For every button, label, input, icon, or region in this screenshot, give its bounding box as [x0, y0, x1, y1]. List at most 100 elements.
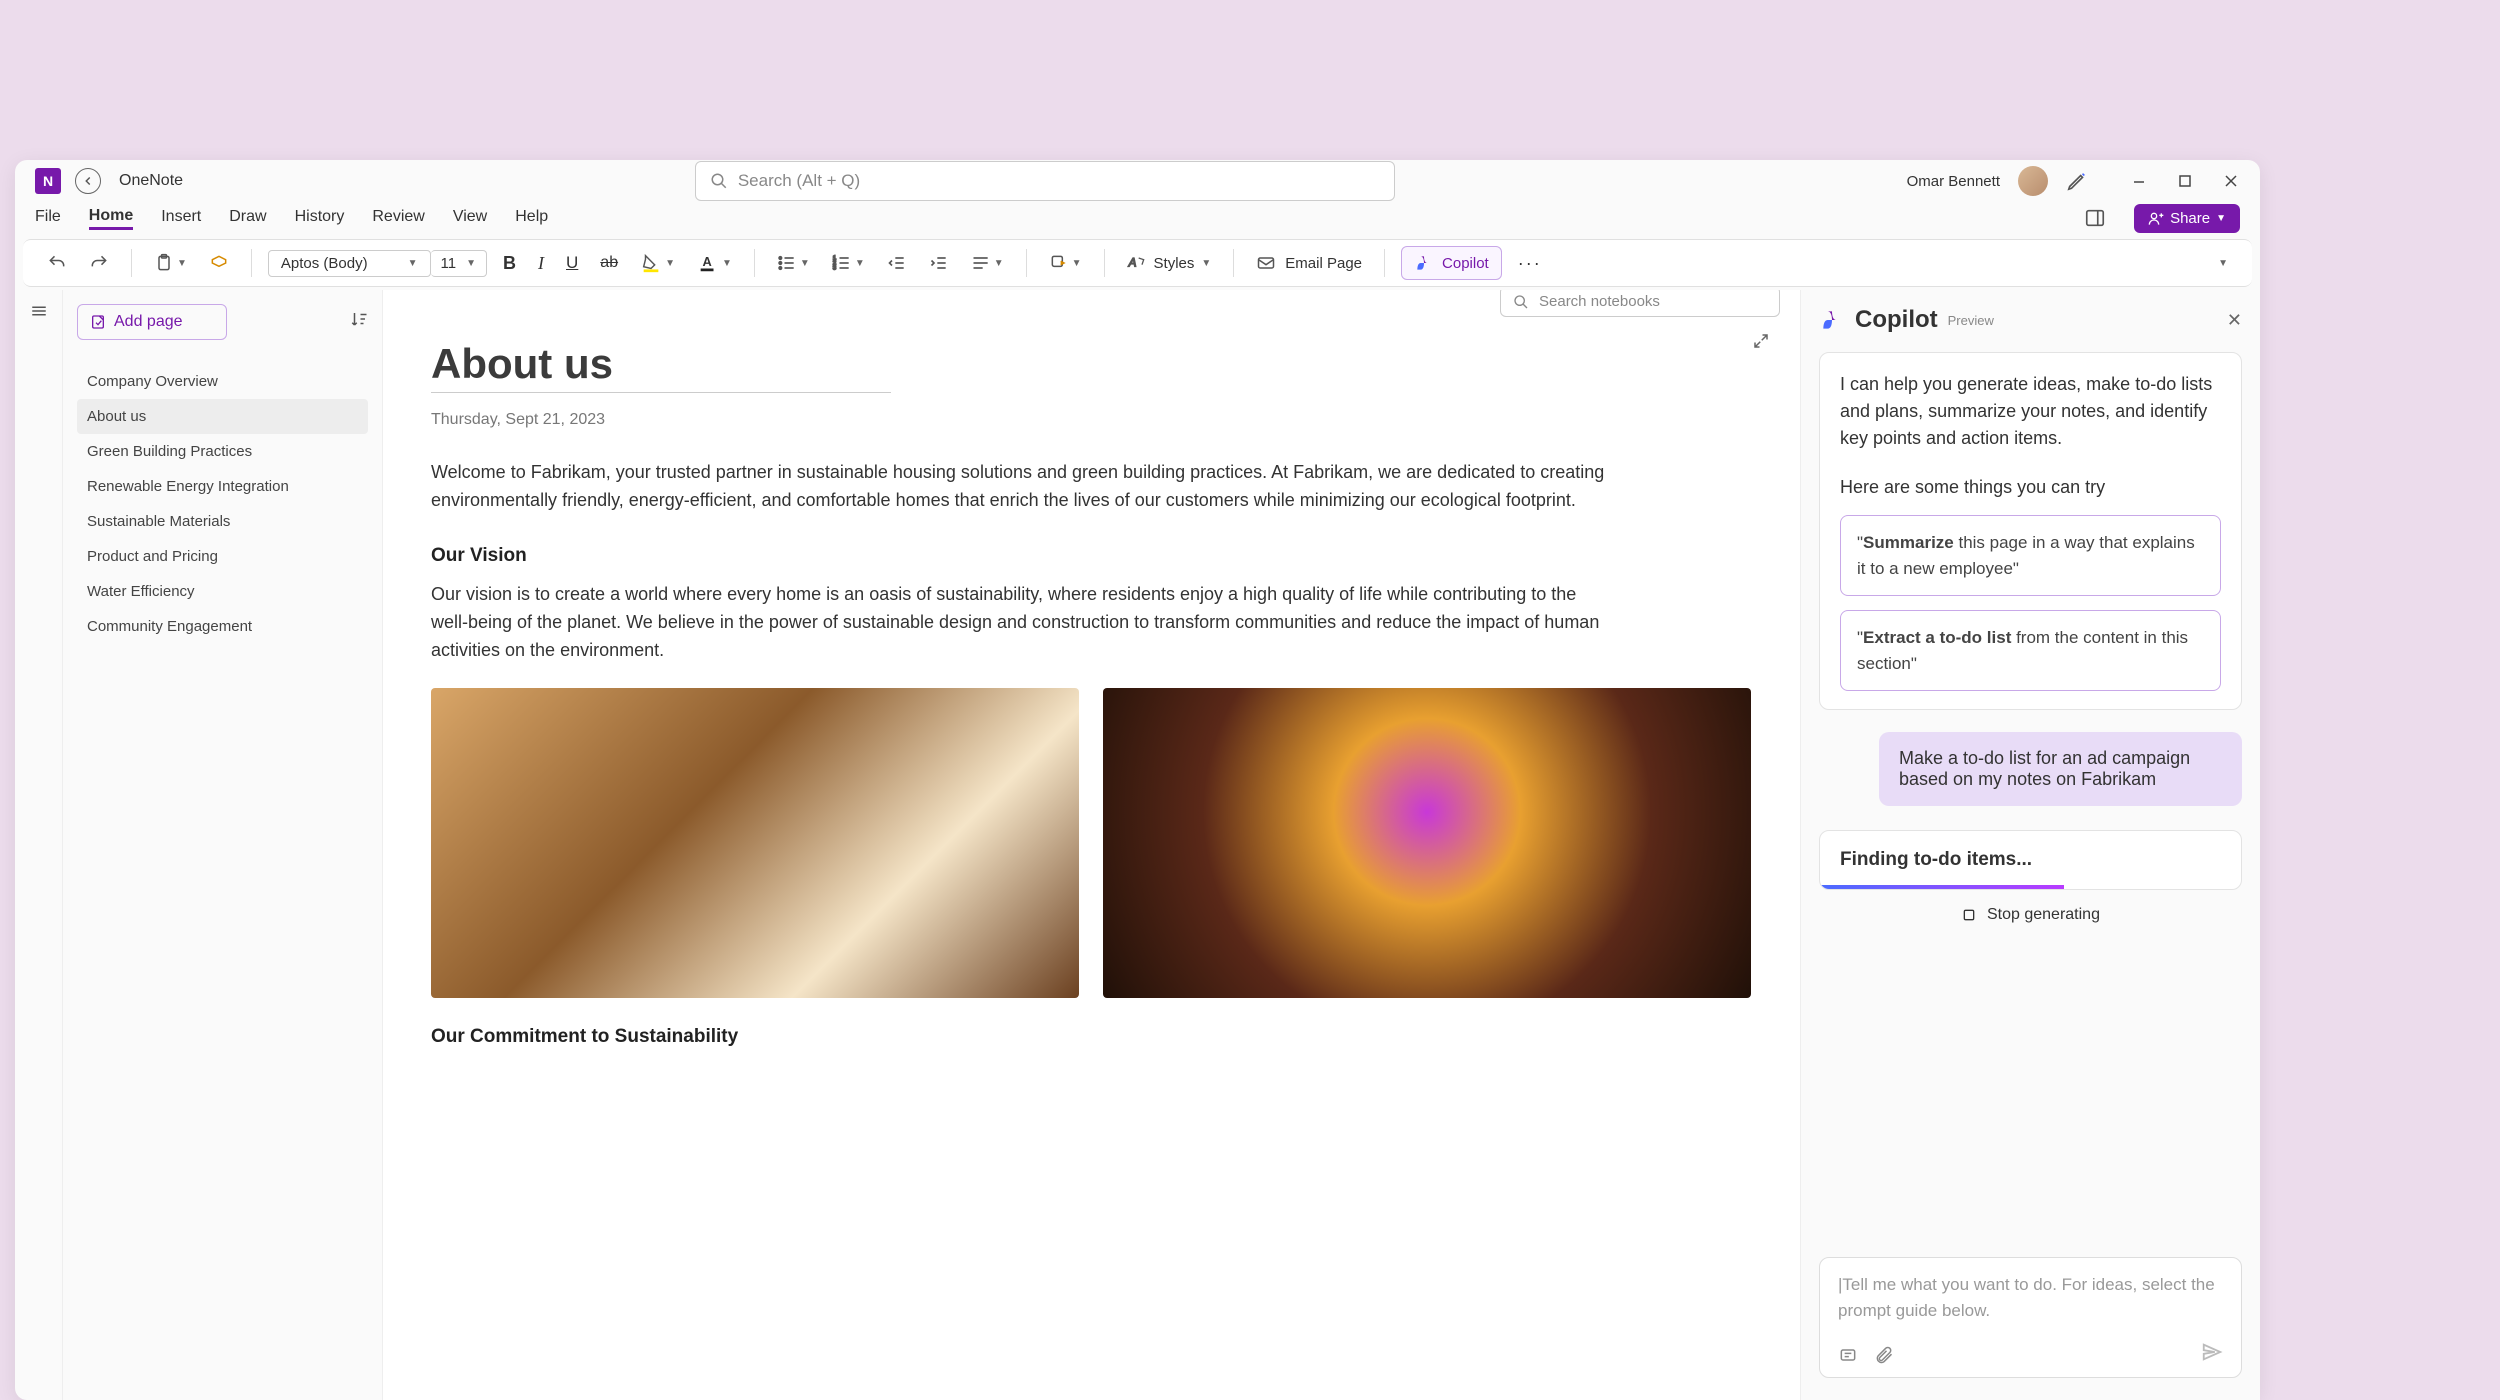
align-button[interactable]: ▼ [965, 249, 1010, 277]
tab-file[interactable]: File [35, 208, 61, 228]
content-image[interactable] [1103, 688, 1751, 998]
tab-home[interactable]: Home [89, 207, 133, 230]
tab-view[interactable]: View [453, 208, 487, 228]
svg-text:A: A [703, 254, 712, 269]
tab-draw[interactable]: Draw [229, 208, 266, 228]
preview-badge: Preview [1948, 313, 1994, 328]
italic-button[interactable]: I [532, 249, 550, 278]
avatar[interactable] [2018, 166, 2048, 196]
sort-button[interactable] [350, 310, 368, 333]
tab-help[interactable]: Help [515, 208, 548, 228]
chevron-down-icon: ▼ [466, 258, 476, 269]
outdent-button[interactable] [881, 249, 913, 277]
bold-button[interactable]: B [497, 249, 522, 278]
chevron-down-icon: ▼ [2216, 213, 2226, 224]
hamburger-icon [30, 302, 48, 320]
tab-review[interactable]: Review [372, 208, 424, 228]
paste-button[interactable]: ▼ [148, 249, 193, 277]
share-button[interactable]: Share ▼ [2134, 204, 2240, 233]
copilot-ribbon-button[interactable]: Copilot [1401, 246, 1502, 280]
svg-text:3: 3 [833, 266, 836, 272]
tag-button[interactable]: ▼ [1043, 249, 1088, 277]
font-color-button[interactable]: A▼ [691, 248, 738, 278]
page-title[interactable]: About us [431, 340, 1752, 388]
menu-tabs: File Home Insert Draw History Review Vie… [15, 200, 2260, 236]
pen-icon[interactable] [2066, 170, 2088, 192]
bullets-button[interactable]: ▼ [771, 249, 816, 277]
svg-text:A: A [1127, 256, 1136, 269]
strikethrough-button[interactable]: ab [594, 250, 624, 276]
underline-button[interactable]: U [560, 249, 584, 277]
styles-button[interactable]: AStyles▼ [1121, 249, 1218, 277]
minimize-button[interactable] [2130, 172, 2148, 190]
font-size-selector[interactable]: 11▼ [431, 250, 487, 277]
page-item[interactable]: Renewable Energy Integration [77, 469, 368, 504]
prompt-guide-icon[interactable] [1838, 1345, 1858, 1365]
ribbon: ▼ Aptos (Body)▼ 11▼ B I U ab ▼ A▼ ▼ 123▼… [23, 239, 2252, 287]
email-page-button[interactable]: Email Page [1250, 249, 1368, 277]
page-item[interactable]: Sustainable Materials [77, 504, 368, 539]
attach-icon[interactable] [1874, 1345, 1894, 1365]
search-placeholder: Search (Alt + Q) [738, 171, 860, 191]
redo-button[interactable] [83, 249, 115, 277]
search-icon [710, 172, 728, 190]
user-area: Omar Bennett [1907, 166, 2240, 196]
page-item[interactable]: Community Engagement [77, 609, 368, 644]
copilot-pane: Copilot Preview ✕ I can help you generat… [1800, 290, 2260, 1400]
tab-insert[interactable]: Insert [161, 208, 201, 228]
copilot-status-card: Finding to-do items... [1819, 830, 2242, 890]
sidebar-toggle[interactable] [15, 290, 63, 1400]
stop-icon [1961, 907, 1977, 923]
undo-button[interactable] [41, 249, 73, 277]
search-icon [1513, 294, 1529, 310]
notebook-search-input[interactable]: Search notebooks [1500, 290, 1780, 317]
close-button[interactable] [2222, 172, 2240, 190]
page-item[interactable]: Water Efficiency [77, 574, 368, 609]
copilot-input-placeholder: |Tell me what you want to do. For ideas,… [1838, 1272, 2223, 1323]
content-image[interactable] [431, 688, 1079, 998]
back-button[interactable] [75, 168, 101, 194]
close-copilot-button[interactable]: ✕ [2227, 310, 2242, 331]
expand-button[interactable] [1752, 332, 1770, 355]
send-button[interactable] [2201, 1341, 2223, 1369]
copilot-icon [1819, 307, 1845, 333]
copilot-input[interactable]: |Tell me what you want to do. For ideas,… [1819, 1257, 2242, 1378]
copilot-icon [1414, 253, 1434, 273]
global-search-input[interactable]: Search (Alt + Q) [695, 161, 1395, 201]
page-item[interactable]: About us [77, 399, 368, 434]
highlight-button[interactable]: ▼ [634, 248, 681, 278]
app-name: OneNote [119, 172, 183, 190]
titlebar: N OneNote Search (Alt + Q) Omar Bennett [15, 162, 2260, 200]
numbering-button[interactable]: 123▼ [826, 249, 871, 277]
stop-generating-button[interactable]: Stop generating [1819, 906, 2242, 924]
indent-button[interactable] [923, 249, 955, 277]
commitment-heading[interactable]: Our Commitment to Sustainability [431, 1026, 1752, 1048]
intro-paragraph[interactable]: Welcome to Fabrikam, your trusted partne… [431, 459, 1611, 515]
note-content[interactable]: Search notebooks About us Thursday, Sept… [383, 290, 1800, 1400]
vision-paragraph[interactable]: Our vision is to create a world where ev… [431, 581, 1611, 665]
title-divider [431, 392, 891, 393]
vision-heading[interactable]: Our Vision [431, 545, 1752, 567]
app-window: N OneNote Search (Alt + Q) Omar Bennett … [15, 160, 2260, 1400]
progress-bar [1820, 885, 2064, 889]
tab-history[interactable]: History [295, 208, 345, 228]
user-name: Omar Bennett [1907, 173, 2000, 190]
more-button[interactable]: ··· [1512, 249, 1548, 278]
ribbon-collapse-button[interactable]: ▼ [2212, 254, 2234, 273]
copilot-suggestion[interactable]: "Summarize this page in a way that expla… [1840, 515, 2221, 596]
page-date: Thursday, Sept 21, 2023 [431, 411, 1752, 429]
page-item[interactable]: Company Overview [77, 364, 368, 399]
page-list-panel: Add page Company Overview About us Green… [63, 290, 383, 1400]
page-item[interactable]: Product and Pricing [77, 539, 368, 574]
maximize-button[interactable] [2176, 172, 2194, 190]
copilot-suggestion[interactable]: "Extract a to-do list from the content i… [1840, 610, 2221, 691]
add-page-icon [90, 314, 106, 330]
copilot-intro-card: I can help you generate ideas, make to-d… [1819, 352, 2242, 710]
app-logo-icon: N [35, 168, 61, 194]
format-painter-button[interactable] [203, 249, 235, 277]
copilot-user-message: Make a to-do list for an ad campaign bas… [1879, 732, 2242, 806]
add-page-button[interactable]: Add page [77, 304, 227, 340]
font-selector[interactable]: Aptos (Body)▼ [268, 250, 431, 277]
page-item[interactable]: Green Building Practices [77, 434, 368, 469]
panel-toggle-icon[interactable] [2084, 207, 2106, 229]
